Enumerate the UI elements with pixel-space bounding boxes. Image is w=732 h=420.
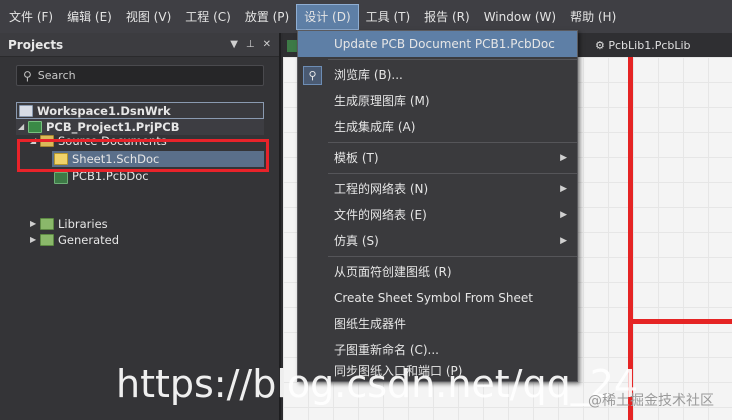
menu-item-label: 生成原理图库 (M) (334, 94, 430, 108)
menu-item-label: 子图重新命名 (C)... (334, 343, 440, 357)
menu-item-templates[interactable]: 模板 (T) ▶ (298, 145, 577, 171)
menu-item-update-pcb[interactable]: Update PCB Document PCB1.PcbDoc (298, 31, 577, 57)
expand-triangle-icon[interactable]: ◢ (18, 119, 28, 135)
watermark-site: @稀土掘金技术社区 (588, 393, 714, 409)
menu-divider (328, 59, 577, 60)
menu-help[interactable]: 帮助 (H) (563, 5, 623, 29)
submenu-arrow-icon: ▶ (560, 184, 567, 194)
design-menu-dropdown: Update PCB Document PCB1.PcbDoc ⚲ 浏览库 (B… (297, 30, 578, 382)
search-icon: ⚲ (23, 68, 32, 83)
menu-item-document-netlist[interactable]: 文件的网络表 (E) ▶ (298, 202, 577, 228)
tree-item-project[interactable]: ◢ PCB_Project1.PrjPCB (16, 119, 264, 135)
pcblib-icon: ⚙ (595, 39, 605, 52)
projects-panel-header: Projects ▼ ⊥ ✕ (0, 33, 279, 57)
panel-menu-icon[interactable]: ▼ (230, 39, 238, 50)
menu-item-project-netlist[interactable]: 工程的网络表 (N) ▶ (298, 176, 577, 202)
menu-item-label: 图纸生成器件 (334, 317, 407, 331)
menu-item-label: 仿真 (S) (334, 234, 379, 248)
menu-item-rename-child-sheet[interactable]: 子图重新命名 (C)... (298, 337, 577, 363)
tree-item-label: Workspace1.DsnWrk (37, 103, 171, 118)
menu-item-browse-library[interactable]: 浏览库 (B)... (298, 62, 577, 88)
menu-item-label: Update PCB Document PCB1.PcbDoc (334, 37, 555, 51)
watermark-url: https://blog.csdn.net/qq_24 (116, 362, 639, 406)
menu-item-label: 模板 (T) (334, 151, 379, 165)
submenu-arrow-icon: ▶ (560, 236, 567, 246)
menu-project[interactable]: 工程 (C) (178, 5, 238, 29)
menu-divider (328, 256, 577, 257)
tree-item-label: PCB_Project1.PrjPCB (46, 120, 180, 134)
tab-pcblib[interactable]: ⚙ PcbLib1.PcbLib (595, 37, 691, 55)
tree-item-workspace[interactable]: Workspace1.DsnWrk (16, 102, 264, 119)
menu-divider (328, 142, 577, 143)
menu-bar: 文件 (F) 编辑 (E) 视图 (V) 工程 (C) 放置 (P) 设计 (D… (0, 0, 732, 33)
menu-edit[interactable]: 编辑 (E) (60, 5, 119, 29)
tab-pcb-doc-icon[interactable] (287, 40, 297, 52)
tree-item-generated[interactable]: ▶ Generated (30, 232, 264, 248)
menu-item-label: Create Sheet Symbol From Sheet (334, 291, 533, 305)
search-input[interactable]: ⚲ Search (16, 65, 264, 86)
menu-tools[interactable]: 工具 (T) (359, 5, 418, 29)
projects-panel-title: Projects (8, 37, 64, 52)
collapse-triangle-icon[interactable]: ▶ (30, 216, 40, 232)
collapse-triangle-icon[interactable]: ▶ (30, 232, 40, 248)
menu-item-label: 工程的网络表 (N) (334, 182, 429, 196)
menu-item-label: 文件的网络表 (E) (334, 208, 427, 222)
annotation-highlight-box (17, 139, 269, 172)
tab-pcblib-label: PcbLib1.PcbLib (608, 39, 691, 52)
pcb-doc-icon (54, 172, 68, 184)
menu-item-label: 生成集成库 (A) (334, 120, 416, 134)
submenu-arrow-icon: ▶ (560, 210, 567, 220)
workspace-icon (19, 104, 33, 117)
menu-window[interactable]: Window (W) (477, 5, 563, 29)
menu-design[interactable]: 设计 (D) (296, 3, 359, 30)
tree-item-label: Generated (58, 233, 120, 247)
menu-reports[interactable]: 报告 (R) (417, 5, 477, 29)
menu-item-sheet-to-component[interactable]: 图纸生成器件 (298, 311, 577, 337)
menu-item-create-sheet-from-symbol[interactable]: 从页面符创建图纸 (R) (298, 259, 577, 285)
menu-view[interactable]: 视图 (V) (119, 5, 178, 29)
tree-item-label: PCB1.PcbDoc (72, 172, 149, 183)
board-outline-line (628, 319, 732, 324)
project-icon (28, 121, 42, 133)
menu-item-label: 从页面符创建图纸 (R) (334, 265, 452, 279)
tree-item-label: Libraries (58, 217, 108, 231)
folder-icon (40, 234, 54, 246)
tree-item-libraries[interactable]: ▶ Libraries (30, 216, 264, 232)
menu-item-make-schematic-library[interactable]: 生成原理图库 (M) (298, 88, 577, 114)
menu-item-simulate[interactable]: 仿真 (S) ▶ (298, 228, 577, 254)
menu-item-label: 浏览库 (B)... (334, 68, 403, 82)
close-icon[interactable]: ✕ (263, 39, 271, 50)
tree-item-pcb1[interactable]: PCB1.PcbDoc (52, 172, 264, 184)
menu-item-create-sheet-symbol[interactable]: Create Sheet Symbol From Sheet (298, 285, 577, 311)
menu-place[interactable]: 放置 (P) (238, 5, 296, 29)
search-placeholder: Search (37, 69, 76, 82)
submenu-arrow-icon: ▶ (560, 153, 567, 163)
menu-file[interactable]: 文件 (F) (2, 5, 60, 29)
menu-item-make-integrated-library[interactable]: 生成集成库 (A) (298, 114, 577, 140)
pin-icon[interactable]: ⊥ (246, 39, 255, 50)
folder-icon (40, 218, 54, 230)
menu-divider (328, 173, 577, 174)
